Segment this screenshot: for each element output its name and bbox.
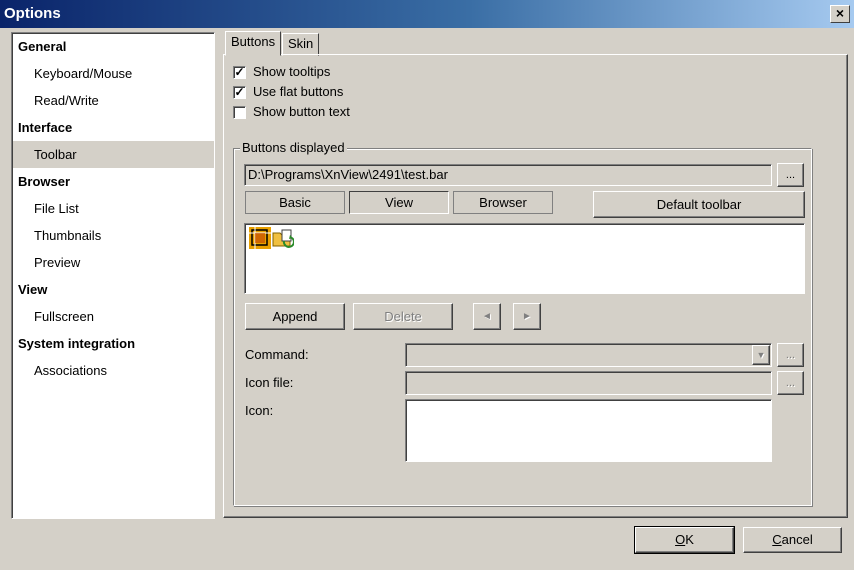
icon-file-field[interactable] [405, 371, 772, 395]
sidebar-category-browser[interactable]: Browser [13, 168, 214, 195]
crop-icon[interactable] [249, 227, 271, 249]
toolbar-file-path-field[interactable]: D:\Programs\XnView\2491\test.bar [244, 164, 772, 186]
sidebar-item-preview[interactable]: Preview [13, 249, 214, 276]
sidebar-item-file-list[interactable]: File List [13, 195, 214, 222]
close-icon: × [835, 5, 845, 21]
icon-preview [405, 399, 772, 462]
command-browse-label: ... [785, 349, 796, 361]
basic-button[interactable]: Basic [245, 191, 345, 214]
move-right-button[interactable]: ► [513, 303, 541, 330]
command-label: Command: [245, 347, 309, 362]
chevron-down-icon: ▼ [756, 350, 766, 360]
use-flat-buttons-label: Use flat buttons [253, 84, 344, 99]
sidebar-category-general[interactable]: General [13, 33, 214, 60]
default-toolbar-button[interactable]: Default toolbar [593, 191, 805, 218]
view-button[interactable]: View [349, 191, 449, 214]
cancel-button[interactable]: Cancel [743, 527, 842, 553]
browse-toolbar-file-button[interactable]: ... [777, 163, 804, 187]
icon-file-label: Icon file: [245, 375, 294, 390]
ok-button-mnemonic: O [675, 532, 686, 547]
show-button-text-checkbox[interactable]: Show button text [233, 104, 350, 120]
sidebar-item-keyboard-mouse[interactable]: Keyboard/Mouse [13, 60, 214, 87]
sidebar-item-fullscreen[interactable]: Fullscreen [13, 303, 214, 330]
options-category-list[interactable]: General Keyboard/Mouse Read/Write Interf… [11, 32, 215, 519]
toolbar-file-path-value: D:\Programs\XnView\2491\test.bar [248, 167, 448, 182]
sidebar-category-interface[interactable]: Interface [13, 114, 214, 141]
use-flat-buttons-checkbox[interactable]: ✓ Use flat buttons [233, 84, 343, 100]
checkbox-box[interactable] [233, 105, 246, 119]
show-tooltips-checkbox[interactable]: ✓ Show tooltips [233, 64, 330, 80]
sidebar-item-thumbnails[interactable]: Thumbnails [13, 222, 214, 249]
checkbox-box[interactable]: ✓ [233, 85, 246, 99]
sidebar-item-associations[interactable]: Associations [13, 357, 214, 384]
delete-button-label: Delete [384, 309, 422, 324]
icon-file-browse-button[interactable]: ... [777, 371, 804, 395]
tab-buttons[interactable]: Buttons [225, 31, 282, 56]
sidebar-category-view[interactable]: View [13, 276, 214, 303]
show-button-text-label: Show button text [253, 104, 350, 119]
icon-file-browse-label: ... [785, 377, 796, 389]
show-tooltips-label: Show tooltips [253, 64, 331, 79]
open-folder-icon[interactable] [272, 227, 294, 249]
close-button[interactable]: × [830, 5, 850, 23]
icon-label: Icon: [245, 403, 274, 418]
move-left-button[interactable]: ◄ [473, 303, 501, 330]
arrow-left-icon: ◄ [482, 311, 492, 322]
title-bar: Options × [0, 0, 854, 28]
append-button[interactable]: Append [245, 303, 345, 330]
cancel-button-mnemonic: C [772, 532, 782, 547]
browser-button[interactable]: Browser [453, 191, 553, 214]
toolbar-buttons-list[interactable] [244, 223, 805, 294]
ok-button-label: K [685, 532, 694, 547]
command-select[interactable]: ▼ [405, 343, 772, 367]
cancel-button-label: ancel [781, 532, 813, 547]
buttons-displayed-label: Buttons displayed [240, 140, 347, 156]
sidebar-item-read-write[interactable]: Read/Write [13, 87, 214, 114]
ok-button[interactable]: OK [634, 526, 735, 554]
window-title: Options [4, 5, 61, 22]
checkbox-box[interactable]: ✓ [233, 65, 246, 79]
sidebar-category-system-integration[interactable]: System integration [13, 330, 214, 357]
command-dropdown-button[interactable]: ▼ [752, 345, 770, 365]
tab-skin[interactable]: Skin [282, 33, 320, 56]
sidebar-item-toolbar[interactable]: Toolbar [13, 141, 214, 168]
arrow-right-icon: ► [522, 311, 532, 322]
command-browse-button[interactable]: ... [777, 343, 804, 367]
delete-button[interactable]: Delete [353, 303, 453, 330]
